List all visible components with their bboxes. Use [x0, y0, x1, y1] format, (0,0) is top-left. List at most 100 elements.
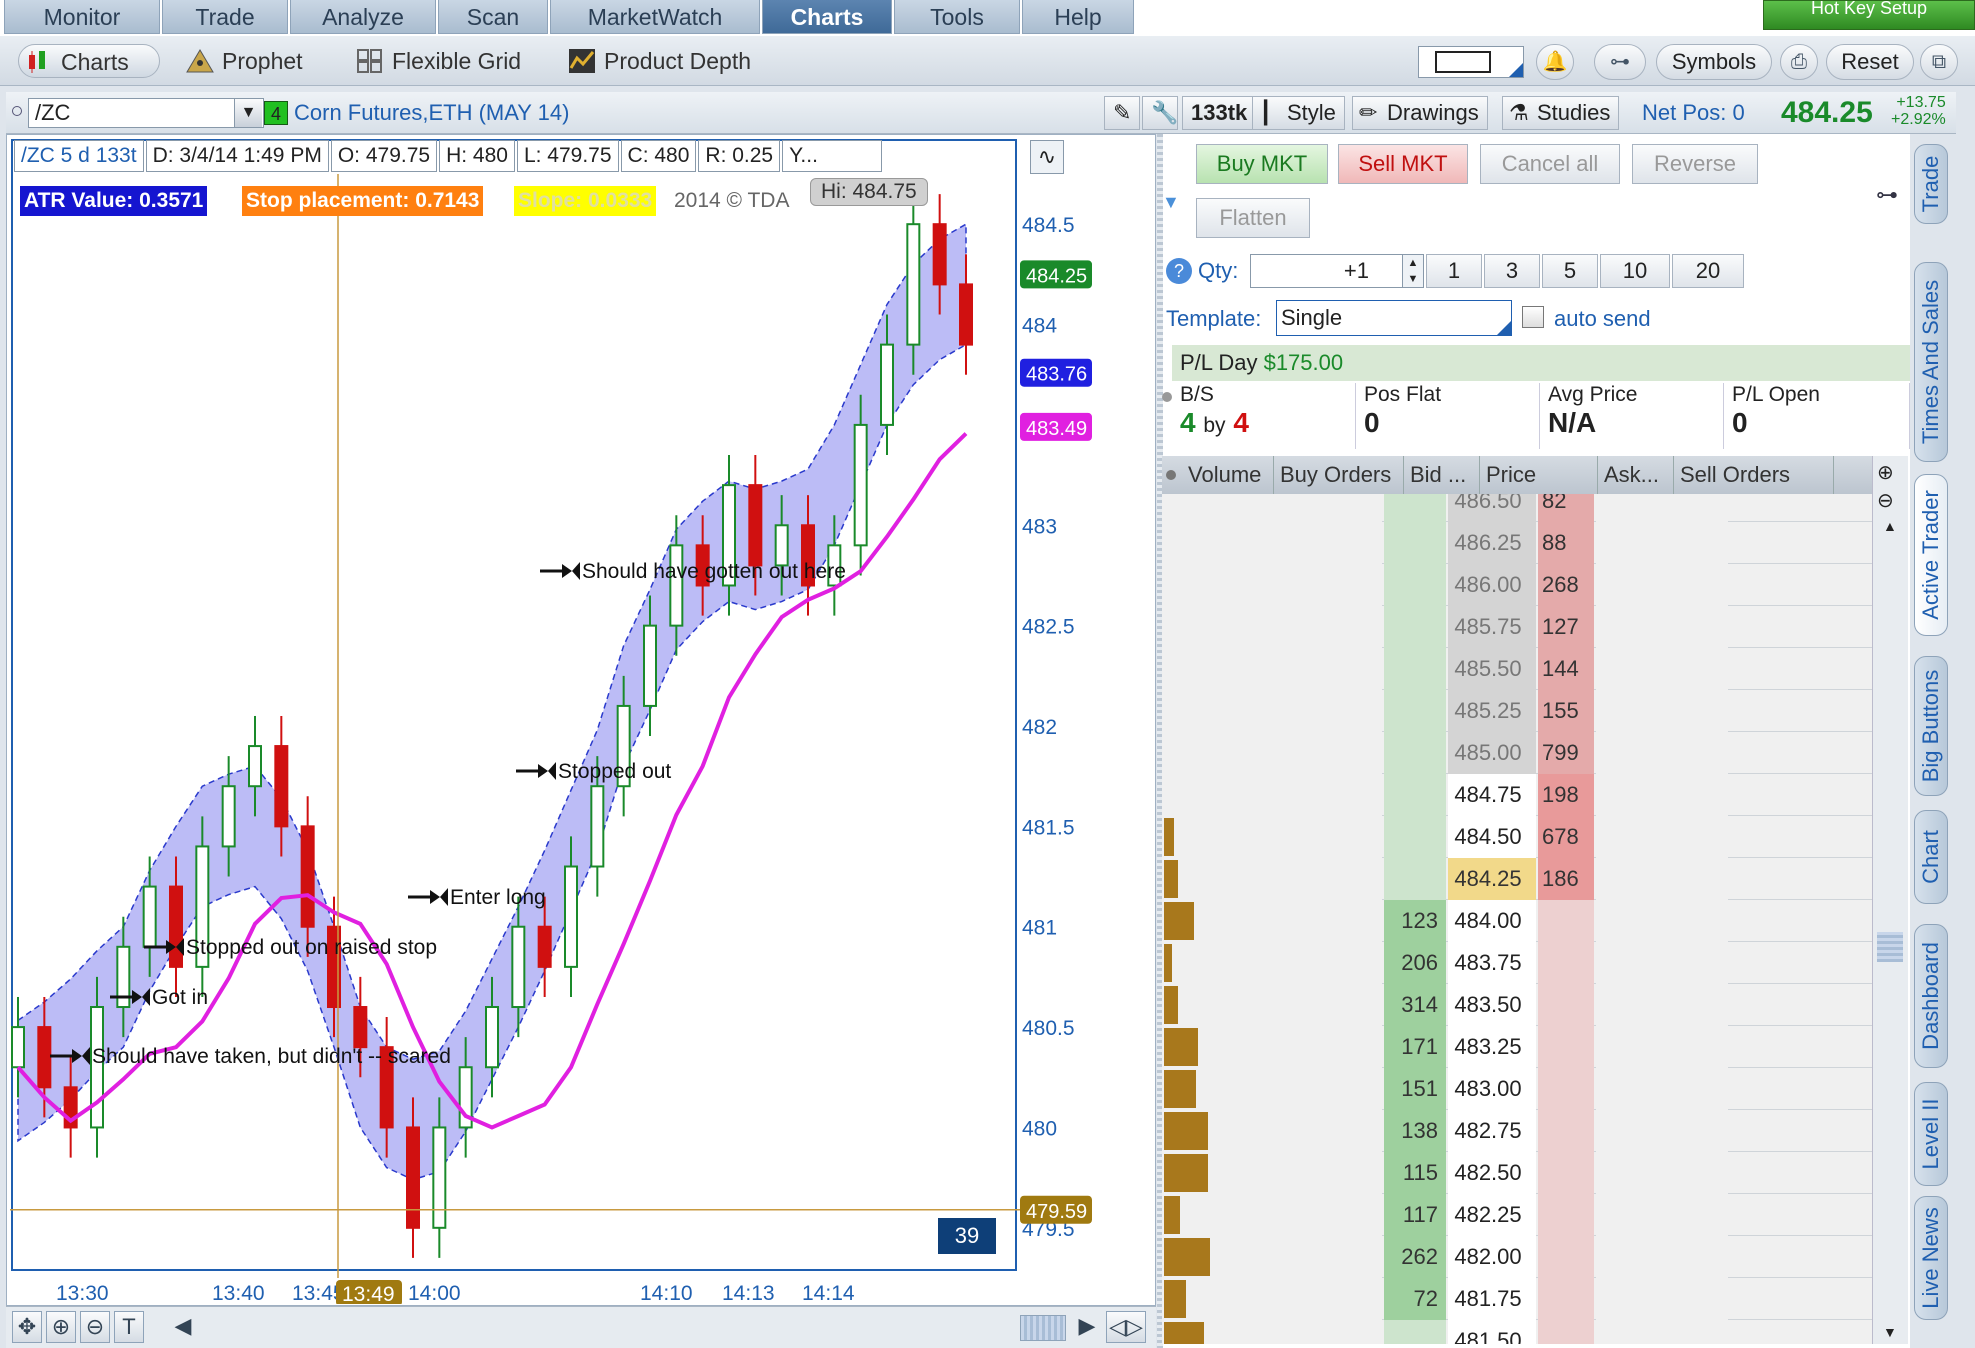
price-cell[interactable]: 482.75	[1448, 1110, 1536, 1152]
bid-cell[interactable]: 151	[1384, 1068, 1446, 1110]
crosshair-icon[interactable]: ✥	[12, 1311, 42, 1343]
sell-orders-cell[interactable]	[1596, 774, 1728, 816]
side-tab-chart[interactable]: Chart	[1914, 810, 1948, 904]
bid-cell[interactable]: 117	[1384, 1194, 1446, 1236]
product-depth-button[interactable]: Product Depth	[562, 44, 772, 78]
ladder-scrollbar[interactable]: ⊕ ⊖ ▲ ▼	[1872, 456, 1908, 1344]
sell-orders-cell[interactable]	[1596, 816, 1728, 858]
sell-orders-cell[interactable]	[1596, 606, 1728, 648]
drawings-button[interactable]: ✏ Drawings	[1352, 96, 1488, 130]
volume-cell[interactable]	[1162, 1026, 1252, 1068]
buy-orders-cell[interactable]	[1252, 1278, 1382, 1320]
side-tab-active-trader[interactable]: Active Trader	[1914, 474, 1948, 636]
buy-orders-cell[interactable]	[1252, 494, 1382, 522]
volume-cell[interactable]	[1162, 1320, 1252, 1344]
volume-cell[interactable]	[1162, 858, 1252, 900]
prophet-button[interactable]: Prophet	[180, 44, 330, 78]
sell-mkt-button[interactable]: Sell MKT	[1338, 144, 1468, 184]
buy-orders-cell[interactable]	[1252, 900, 1382, 942]
ask-cell[interactable]	[1538, 1236, 1594, 1278]
col-sell-orders[interactable]: Sell Orders	[1674, 456, 1834, 494]
collapse-dot-icon[interactable]	[12, 106, 22, 116]
flexible-grid-button[interactable]: Flexible Grid	[350, 44, 540, 78]
price-cell[interactable]: 485.25	[1448, 690, 1536, 732]
style-button[interactable]: ┃ Style	[1252, 96, 1345, 130]
ladder-row[interactable]: 72 481.75	[1162, 1278, 1872, 1320]
price-cell[interactable]: 485.50	[1448, 648, 1536, 690]
buy-orders-cell[interactable]	[1252, 690, 1382, 732]
ask-cell[interactable]	[1538, 1068, 1594, 1110]
side-tab-times-and-sales[interactable]: Times And Sales	[1914, 262, 1948, 462]
ladder-row[interactable]: 484.50 678	[1162, 816, 1872, 858]
price-cell[interactable]: 482.50	[1448, 1152, 1536, 1194]
ladder-row[interactable]: 485.50 144	[1162, 648, 1872, 690]
sell-orders-cell[interactable]	[1596, 732, 1728, 774]
link-icon[interactable]: ⊶	[1594, 44, 1646, 80]
ask-cell[interactable]: 678	[1538, 816, 1594, 858]
ask-cell[interactable]	[1538, 1320, 1594, 1344]
ask-cell[interactable]	[1538, 984, 1594, 1026]
sell-orders-cell[interactable]	[1596, 564, 1728, 606]
buy-orders-cell[interactable]	[1252, 1320, 1382, 1344]
buy-orders-cell[interactable]	[1252, 774, 1382, 816]
price-cell[interactable]: 484.50	[1448, 816, 1536, 858]
chart-scale-icon[interactable]: ∿	[1030, 140, 1064, 174]
cancel-all-button[interactable]: Cancel all	[1480, 144, 1620, 184]
buy-mkt-button[interactable]: Buy MKT	[1196, 144, 1328, 184]
tab-analyze[interactable]: Analyze	[290, 0, 436, 34]
price-cell[interactable]: 481.75	[1448, 1278, 1536, 1320]
ladder-zoom-out-icon[interactable]: ⊖	[1877, 488, 1894, 513]
ladder-row[interactable]: 484.25 186	[1162, 858, 1872, 900]
side-tab-level-ii[interactable]: Level II	[1914, 1082, 1948, 1186]
bid-cell[interactable]	[1384, 494, 1446, 522]
price-cell[interactable]: 481.50	[1448, 1320, 1536, 1344]
buy-orders-cell[interactable]	[1252, 816, 1382, 858]
sell-orders-cell[interactable]	[1596, 984, 1728, 1026]
ladder-row[interactable]: 138 482.75	[1162, 1110, 1872, 1152]
volume-cell[interactable]	[1162, 816, 1252, 858]
ladder-row[interactable]: 485.00 799	[1162, 732, 1872, 774]
col-bid[interactable]: Bid ...	[1404, 456, 1480, 494]
price-cell[interactable]: 485.75	[1448, 606, 1536, 648]
panel-settings-icon[interactable]: ⊶	[1876, 182, 1898, 208]
symbols-button[interactable]: Symbols	[1656, 44, 1772, 80]
buy-orders-cell[interactable]	[1252, 984, 1382, 1026]
bid-cell[interactable]: 123	[1384, 900, 1446, 942]
tab-monitor[interactable]: Monitor	[4, 0, 160, 34]
ladder-scroll-thumb[interactable]	[1877, 932, 1903, 962]
price-cell[interactable]: 483.25	[1448, 1026, 1536, 1068]
price-cell[interactable]: 483.00	[1448, 1068, 1536, 1110]
ask-cell[interactable]	[1538, 942, 1594, 984]
price-cell[interactable]: 483.75	[1448, 942, 1536, 984]
ladder-row[interactable]: 486.25 88	[1162, 522, 1872, 564]
volume-cell[interactable]	[1162, 774, 1252, 816]
buy-orders-cell[interactable]	[1252, 564, 1382, 606]
ladder-row[interactable]: 314 483.50	[1162, 984, 1872, 1026]
ask-cell[interactable]: 127	[1538, 606, 1594, 648]
price-cell[interactable]: 484.00	[1448, 900, 1536, 942]
flatten-button[interactable]: Flatten	[1196, 198, 1310, 238]
sell-orders-cell[interactable]	[1596, 1194, 1728, 1236]
qty-preset-1[interactable]: 1	[1426, 254, 1482, 288]
buy-orders-cell[interactable]	[1252, 1152, 1382, 1194]
sell-orders-cell[interactable]	[1596, 1152, 1728, 1194]
qty-preset-10[interactable]: 10	[1600, 254, 1670, 288]
hot-key-setup-button[interactable]: Hot Key Setup	[1763, 0, 1975, 30]
ask-cell[interactable]	[1538, 1026, 1594, 1068]
sell-orders-cell[interactable]	[1596, 1068, 1728, 1110]
charts-button[interactable]: Charts	[18, 44, 160, 78]
ask-cell[interactable]: 799	[1538, 732, 1594, 774]
side-tab-trade[interactable]: Trade	[1914, 144, 1948, 224]
buy-orders-cell[interactable]	[1252, 1068, 1382, 1110]
bid-cell[interactable]: 262	[1384, 1236, 1446, 1278]
ask-cell[interactable]	[1538, 1152, 1594, 1194]
bid-cell[interactable]	[1384, 816, 1446, 858]
settings-wrench-icon[interactable]: 🔧	[1142, 96, 1178, 130]
bid-cell[interactable]: 206	[1384, 942, 1446, 984]
price-cell[interactable]: 484.75	[1448, 774, 1536, 816]
sell-orders-cell[interactable]	[1596, 648, 1728, 690]
ladder-row[interactable]: 151 483.00	[1162, 1068, 1872, 1110]
bid-cell[interactable]: 115	[1384, 1152, 1446, 1194]
bid-cell[interactable]	[1384, 606, 1446, 648]
studies-button[interactable]: ⚗ Studies	[1502, 96, 1620, 130]
